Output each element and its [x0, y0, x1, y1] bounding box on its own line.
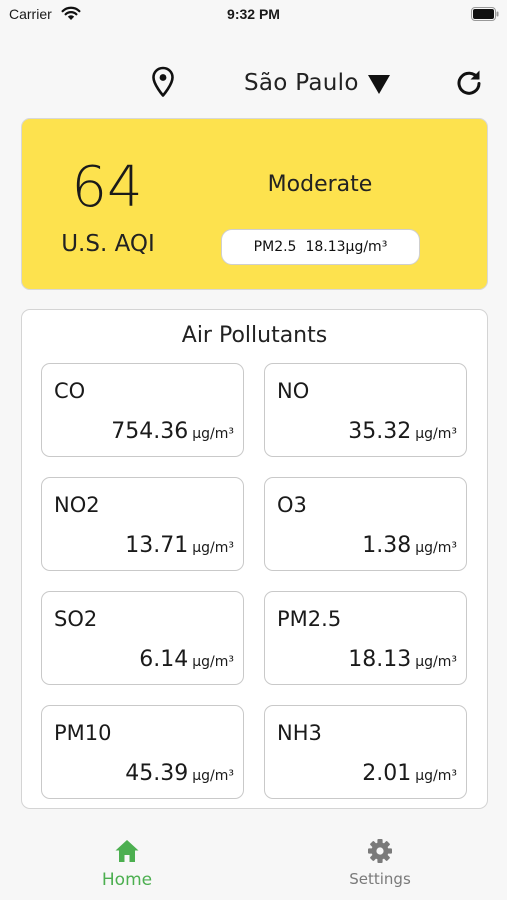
pollutant-tile: NO2 13.71 µg/m³ — [41, 477, 244, 571]
pollutant-tile: CO 754.36 µg/m³ — [41, 363, 244, 457]
pollutant-name: NO — [277, 379, 310, 403]
pollutant-value: 13.71 — [125, 533, 189, 558]
battery-icon — [471, 7, 499, 21]
aqi-card: 64 U.S. AQI Moderate PM2.5 18.13µg/m³ — [21, 118, 488, 290]
pollutant-value: 45.39 — [125, 761, 189, 786]
tab-home[interactable]: Home — [77, 838, 177, 890]
pollutant-tile: SO2 6.14 µg/m³ — [41, 591, 244, 685]
pollutant-unit: µg/m³ — [192, 426, 234, 442]
tab-home-label: Home — [101, 870, 153, 890]
tab-settings-label: Settings — [349, 870, 411, 888]
city-selector[interactable]: São Paulo — [244, 68, 390, 98]
refresh-icon[interactable] — [455, 68, 483, 96]
location-pin-icon[interactable] — [150, 66, 176, 98]
clock: 9:32 PM — [227, 6, 280, 22]
pollutant-tile: NO 35.32 µg/m³ — [264, 363, 467, 457]
pollutant-unit: µg/m³ — [192, 768, 234, 784]
pollutant-unit: µg/m³ — [192, 540, 234, 556]
main-pollutant-value: 18.13µg/m³ — [305, 239, 388, 255]
aqi-value: 64 — [71, 155, 143, 220]
pollutant-value: 2.01 — [362, 761, 412, 786]
pollutant-name: CO — [54, 379, 86, 403]
pollutant-tile: PM2.5 18.13 µg/m³ — [264, 591, 467, 685]
tab-bar: Home Settings — [0, 826, 507, 900]
pollutant-value: 35.32 — [348, 419, 412, 444]
home-icon — [115, 840, 139, 862]
pollutants-panel[interactable]: Air Pollutants CO 754.36 µg/m³ NO 35.32 µg… — [21, 309, 488, 809]
pollutant-value: 6.14 — [139, 647, 189, 672]
pollutant-unit: µg/m³ — [415, 768, 457, 784]
tab-settings[interactable]: Settings — [330, 838, 430, 888]
pollutant-unit: µg/m³ — [192, 654, 234, 670]
pollutant-name: NH3 — [277, 721, 322, 745]
main-pollutant-name: PM2.5 — [253, 239, 297, 255]
gear-icon — [368, 839, 392, 863]
pollutant-name: SO2 — [54, 607, 98, 631]
pollutant-value: 1.38 — [362, 533, 412, 558]
pollutant-unit: µg/m³ — [415, 540, 457, 556]
pollutants-title: Air Pollutants — [181, 323, 328, 348]
aqi-label: U.S. AQI — [61, 231, 155, 257]
pollutant-tile: PM10 45.39 µg/m³ — [41, 705, 244, 799]
pollutant-unit: µg/m³ — [415, 654, 457, 670]
status-bar: Carrier 9:32 PM — [0, 0, 507, 30]
main-pollutant-badge: PM2.5 18.13µg/m³ — [221, 229, 420, 265]
pollutant-value: 18.13 — [348, 647, 412, 672]
pollutant-name: PM10 — [54, 721, 112, 745]
aqi-status: Moderate — [267, 172, 373, 197]
pollutant-value: 754.36 — [111, 419, 189, 444]
city-name: São Paulo — [244, 70, 359, 96]
header: São Paulo — [0, 56, 507, 108]
pollutant-name: NO2 — [54, 493, 100, 517]
pollutant-tile: NH3 2.01 µg/m³ — [264, 705, 467, 799]
pollutant-tile: O3 1.38 µg/m³ — [264, 477, 467, 571]
pollutant-name: O3 — [277, 493, 307, 517]
caret-down-icon — [367, 74, 390, 94]
pollutant-name: PM2.5 — [277, 607, 342, 631]
pollutant-unit: µg/m³ — [415, 426, 457, 442]
